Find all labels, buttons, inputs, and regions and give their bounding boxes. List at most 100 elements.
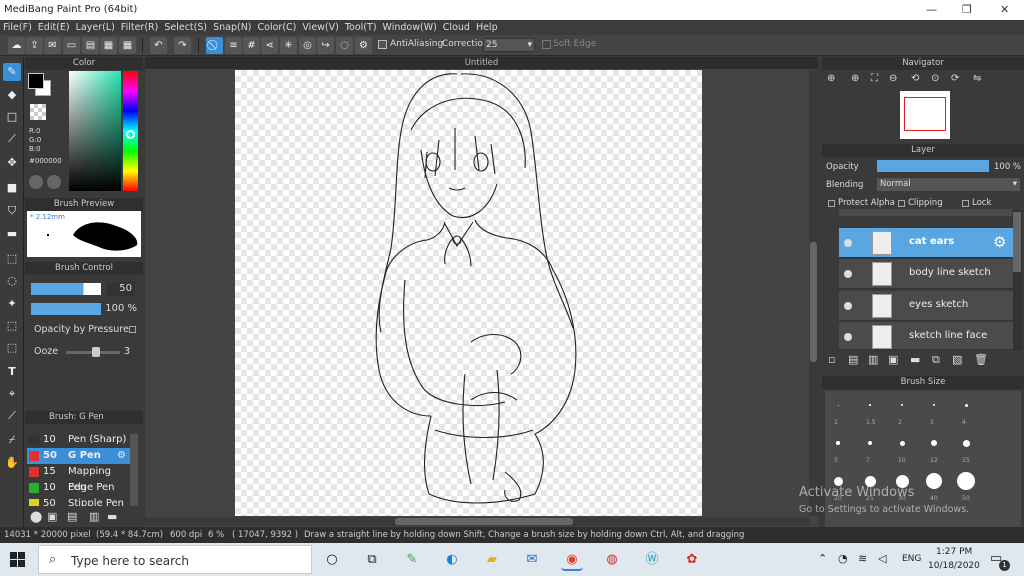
- new-8bit-layer-icon[interactable]: ▥: [868, 353, 878, 366]
- eye-icon[interactable]: [844, 302, 852, 310]
- bucket-tool-icon[interactable]: ⛉: [3, 202, 21, 220]
- brush-size-slider[interactable]: [31, 283, 101, 295]
- menu-tool[interactable]: Tool(T): [342, 20, 380, 35]
- layer-row-selected[interactable]: cat ears ⚙: [839, 228, 1013, 258]
- brush-size-dot[interactable]: [899, 440, 905, 446]
- menu-help[interactable]: Help: [473, 20, 501, 35]
- edge-icon[interactable]: ◐: [441, 549, 463, 571]
- menu-cloud[interactable]: Cloud: [440, 20, 473, 35]
- comment-icon[interactable]: ✉: [44, 37, 61, 54]
- cortana-icon[interactable]: ○: [321, 549, 343, 571]
- hand-tool-icon[interactable]: ✋: [3, 454, 21, 472]
- operation-tool-icon[interactable]: ⌖: [3, 385, 21, 403]
- palette-icon[interactable]: [29, 175, 43, 189]
- drawing-canvas[interactable]: [235, 70, 702, 516]
- brush-size-dot[interactable]: [926, 473, 942, 489]
- menu-view[interactable]: View(V): [299, 20, 341, 35]
- eye-icon[interactable]: [844, 270, 852, 278]
- close-icon[interactable]: ✕: [1000, 3, 1009, 16]
- layer-partial-row[interactable]: [839, 209, 1013, 216]
- medibang-icon[interactable]: ◉: [561, 549, 583, 571]
- divide-tool-icon[interactable]: ⟋: [3, 407, 21, 425]
- gear-icon[interactable]: ⚙: [117, 448, 126, 464]
- minimize-icon[interactable]: —: [926, 3, 937, 16]
- protect-alpha-checkbox[interactable]: [828, 200, 835, 207]
- layer-row[interactable]: body line sketch: [839, 259, 1013, 289]
- brush-opacity-slider[interactable]: [31, 303, 101, 315]
- select-pen-tool-icon[interactable]: ⬚: [3, 317, 21, 335]
- eye-icon[interactable]: [844, 333, 852, 341]
- wifi-icon[interactable]: ≋: [858, 552, 867, 565]
- clock-time[interactable]: 1:27 PM: [936, 547, 972, 557]
- reset-rotation-icon[interactable]: ⊙: [931, 73, 939, 84]
- save-icon[interactable]: ▦: [100, 37, 117, 54]
- network-icon[interactable]: ◔: [838, 552, 848, 565]
- fit-icon[interactable]: ⛶: [871, 73, 878, 84]
- menu-file[interactable]: File(F): [0, 20, 35, 35]
- brush-size-dot[interactable]: [869, 404, 871, 406]
- brush-size-dot[interactable]: [931, 440, 937, 446]
- saturation-value-picker[interactable]: [69, 71, 121, 191]
- layer-row[interactable]: eyes sketch: [839, 291, 1013, 321]
- brush-size-dot[interactable]: [868, 441, 872, 445]
- menu-color[interactable]: Color(C): [255, 20, 300, 35]
- curve-snap-icon[interactable]: ↪: [317, 37, 334, 54]
- new-brush-icon[interactable]: ▣: [47, 510, 57, 523]
- folder-icon[interactable]: ▬: [910, 353, 920, 366]
- add-brush-icon[interactable]: ⬤: [30, 510, 42, 523]
- rotate-left-icon[interactable]: ⟲: [911, 73, 919, 84]
- brush-size-dot[interactable]: [901, 404, 903, 406]
- paint-app-icon[interactable]: ✿: [681, 549, 703, 571]
- brush-size-dot[interactable]: [837, 404, 839, 406]
- menu-edit[interactable]: Edit(E): [35, 20, 73, 35]
- foreground-color-swatch[interactable]: [28, 73, 44, 89]
- lock-checkbox[interactable]: [962, 200, 969, 207]
- eye-icon[interactable]: [844, 239, 852, 247]
- chevron-up-icon[interactable]: ⌃: [818, 552, 827, 565]
- lasso-tool-icon[interactable]: ◌: [3, 272, 21, 290]
- brush-size-dot[interactable]: [836, 441, 840, 445]
- zoom-in-icon[interactable]: ⊕: [827, 73, 835, 84]
- folder-icon[interactable]: ▬: [107, 510, 117, 523]
- webex-icon[interactable]: Ⓦ: [641, 549, 663, 571]
- cloud-icon[interactable]: ☁: [8, 37, 25, 54]
- ooze-slider-handle[interactable]: [92, 347, 100, 357]
- gear-icon[interactable]: ⚙: [993, 233, 1006, 251]
- horizontal-scrollbar-thumb[interactable]: [395, 518, 573, 525]
- layer-row[interactable]: sketch line face: [839, 322, 1013, 350]
- actual-size-icon[interactable]: ⊖: [889, 73, 897, 84]
- ellipse-snap-icon[interactable]: ◌: [336, 37, 353, 54]
- brush-item[interactable]: 15 Mapping Pen: [27, 464, 130, 493]
- windows-start-icon[interactable]: [10, 552, 26, 568]
- canvas-tab[interactable]: Untitled: [145, 57, 818, 69]
- brush-list-scrollbar[interactable]: [130, 434, 138, 506]
- document-icon[interactable]: ▤: [82, 37, 99, 54]
- crosshair-snap-icon[interactable]: ✳: [280, 37, 297, 54]
- select-tool-icon[interactable]: ⬚: [3, 250, 21, 268]
- menu-layer[interactable]: Layer(L): [73, 20, 118, 35]
- brush-item[interactable]: 10 Edge Pen: [27, 480, 130, 496]
- copy-brush-icon[interactable]: ▤: [67, 510, 77, 523]
- mail-icon[interactable]: ✉: [521, 549, 543, 571]
- navigator-view-rect[interactable]: [904, 97, 946, 131]
- brush-size-dot[interactable]: [964, 403, 968, 407]
- brush-size-dot[interactable]: [962, 439, 970, 447]
- duplicate-layer-icon[interactable]: ▣: [888, 353, 898, 366]
- brush-item-selected[interactable]: 50 G Pen ⚙: [27, 448, 130, 464]
- radial-snap-icon[interactable]: ⋖: [261, 37, 278, 54]
- color-wheel-icon[interactable]: [47, 175, 61, 189]
- select-eraser-tool-icon[interactable]: ⬚: [3, 339, 21, 357]
- brush-settings-icon[interactable]: ▥: [89, 510, 99, 523]
- transparent-color-swatch[interactable]: [30, 104, 46, 120]
- merge-down-icon[interactable]: ⧉: [932, 353, 940, 367]
- move-tool-icon[interactable]: ✥: [3, 154, 21, 172]
- new-layer-icon[interactable]: ▫: [828, 353, 835, 366]
- restore-icon[interactable]: ❐: [962, 3, 972, 16]
- soft-edge-checkbox[interactable]: [542, 40, 551, 49]
- navigator-thumbnail[interactable]: [900, 91, 950, 139]
- brush-size-dot[interactable]: [957, 472, 975, 490]
- redo-icon[interactable]: ↷: [174, 37, 191, 54]
- clear-layer-icon[interactable]: ▧: [952, 353, 962, 366]
- snap-off-icon[interactable]: ⃠: [206, 37, 223, 54]
- app-icon[interactable]: ✎: [401, 549, 423, 571]
